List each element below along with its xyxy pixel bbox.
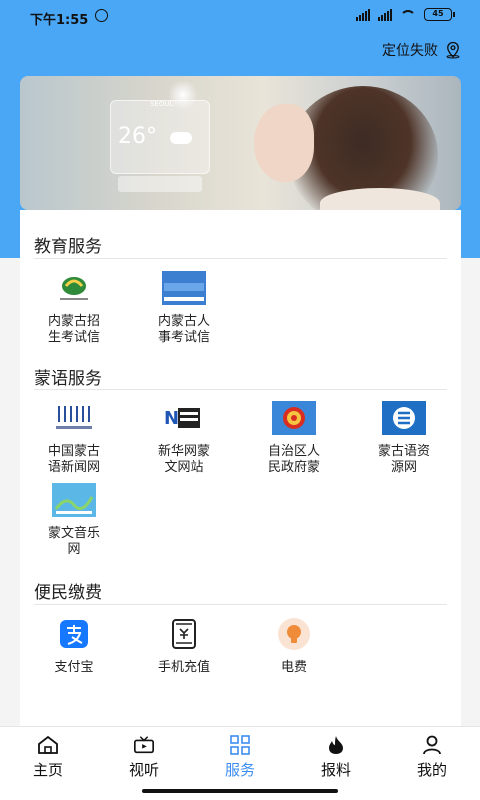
svg-text:N: N [164, 408, 179, 429]
alipay-icon [52, 616, 96, 652]
service-item-electricity[interactable]: 电费 [244, 616, 344, 676]
nav-label: 服务 [224, 761, 255, 779]
phone-recharge-icon [162, 616, 206, 652]
service-label: 支付宝 [54, 660, 94, 675]
services-card: 教育服务 内蒙古招 生考试信 内蒙古人 事考试信 蒙语服务 中国蒙古 语新闻网 N 新… [20, 210, 461, 730]
service-label: 新华网蒙 文网站 [157, 444, 210, 475]
tv-icon [133, 735, 155, 755]
section-divider [34, 604, 447, 605]
service-label: 内蒙古人 事考试信 [157, 314, 210, 345]
battery-icon: 45 [424, 8, 455, 21]
xinhua-news-logo-icon: N [162, 400, 206, 436]
nav-item-profile[interactable]: 我的 [397, 735, 467, 780]
national-emblem-icon [272, 400, 316, 436]
service-item-xinhua[interactable]: N 新华网蒙 文网站 [134, 400, 234, 476]
service-item-mongolian-news[interactable]: 中国蒙古 语新闻网 [24, 400, 124, 476]
mongolian-resource-logo-icon [382, 400, 426, 436]
nav-label: 视听 [128, 761, 159, 779]
renshi-exam-banner-icon [162, 270, 206, 306]
section-title-education: 教育服务 [34, 237, 102, 257]
service-item-phone-recharge[interactable]: 手机充值 [134, 616, 234, 676]
service-label: 蒙文音乐网 [47, 526, 100, 557]
signal-2-icon [378, 8, 392, 21]
lightbulb-icon [272, 616, 316, 652]
home-indicator [142, 789, 338, 793]
service-item-mongolian-music[interactable]: 蒙文音乐网 [24, 482, 124, 558]
service-label: 手机充值 [157, 660, 210, 675]
battery-level: 45 [432, 9, 444, 18]
section-divider [34, 258, 447, 259]
alarm-icon [95, 9, 108, 22]
service-item-gov[interactable]: 自治区人 民政府蒙 [244, 400, 344, 476]
person-icon [421, 735, 443, 755]
status-time: 下午1:55 [30, 13, 89, 28]
fire-icon [325, 735, 347, 755]
section-divider [34, 389, 447, 390]
location-status[interactable]: 定位失败 [382, 40, 462, 60]
nav-item-video[interactable]: 视听 [109, 735, 179, 780]
nav-label: 我的 [416, 761, 447, 779]
status-bar: 下午1:55 45 [0, 0, 480, 34]
promo-banner[interactable]: SEOUL 26° [20, 76, 461, 210]
nav-item-report[interactable]: 报料 [301, 735, 371, 780]
zhaosheng-logo-icon [52, 270, 96, 306]
banner-weather-temp: 26° [118, 124, 157, 149]
location-text: 定位失败 [382, 43, 438, 59]
nav-label: 报料 [320, 761, 351, 779]
mongolian-news-logo-icon [52, 400, 96, 436]
banner-person-shoulder [320, 188, 440, 210]
signal-icon [356, 8, 370, 21]
service-label: 内蒙古招 生考试信 [47, 314, 100, 345]
service-item-alipay[interactable]: 支付宝 [24, 616, 124, 676]
service-item-mongolian-resource[interactable]: 蒙古语资 源网 [354, 400, 454, 476]
service-label: 蒙古语资 源网 [377, 444, 430, 475]
nav-item-services[interactable]: 服务 [205, 735, 275, 780]
section-title-payment: 便民缴费 [34, 583, 102, 603]
banner-person-face [254, 104, 314, 182]
banner-weather-city: SEOUL [150, 100, 174, 108]
service-label: 中国蒙古 语新闻网 [47, 444, 100, 475]
section-title-mongolian: 蒙语服务 [34, 369, 102, 389]
banner-weather-forecast [118, 176, 202, 192]
location-pin-icon [446, 41, 460, 59]
nav-item-home[interactable]: 主页 [13, 735, 83, 780]
service-label: 自治区人 民政府蒙 [267, 444, 320, 475]
nav-label: 主页 [32, 761, 63, 779]
service-item-renshi[interactable]: 内蒙古人 事考试信 [134, 270, 234, 346]
service-item-zhaosheng[interactable]: 内蒙古招 生考试信 [24, 270, 124, 346]
home-icon [37, 735, 59, 755]
service-label: 电费 [280, 660, 307, 675]
mongolian-music-logo-icon [52, 482, 96, 518]
cloud-icon [170, 132, 192, 144]
grid-icon [229, 735, 251, 755]
wifi-icon [400, 9, 416, 20]
